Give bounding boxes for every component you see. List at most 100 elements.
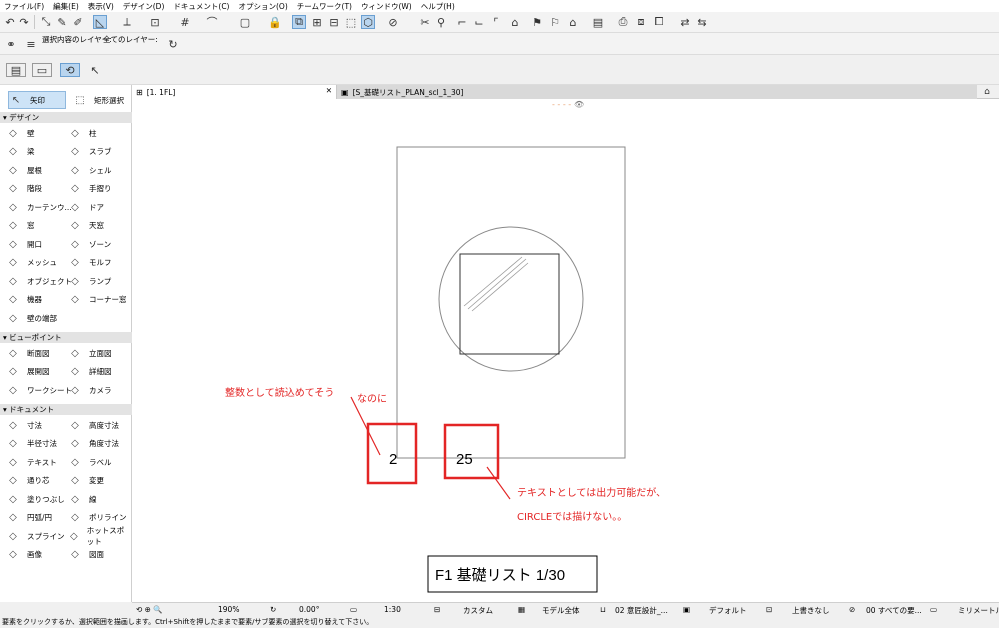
tool-design-5-1[interactable]: ◇ 天窓 xyxy=(68,217,104,235)
layer-settings-icon[interactable]: ≡ xyxy=(24,37,38,51)
tool-viewpoint-1-0[interactable]: ◇ 展開図 xyxy=(6,363,49,381)
adjust-icon[interactable]: ⌜ xyxy=(489,15,503,29)
tool-design-8-1[interactable]: ◇ ランプ xyxy=(68,272,111,290)
tool-design-0-1[interactable]: ◇ 柱 xyxy=(68,124,96,142)
tool-document-4-1[interactable]: ◇ 線 xyxy=(68,490,96,508)
tool-document-2-0[interactable]: ◇ テキスト xyxy=(6,453,57,471)
teamwork-icon[interactable]: ⇄ xyxy=(678,15,692,29)
tool-marquee[interactable]: ⬚ 矩形選択 xyxy=(73,91,124,109)
section-viewpoint[interactable]: ▾ ビューポイント xyxy=(0,332,132,343)
ghost-icon[interactable]: ⌒ xyxy=(205,15,219,29)
lock-icon[interactable]: 🔒 xyxy=(268,15,282,29)
tool-design-3-1[interactable]: ◇ 手摺り xyxy=(68,180,111,198)
arrange-icon[interactable]: ⬚ xyxy=(344,15,358,29)
tool-document-4-0[interactable]: ◇ 塗りつぶし xyxy=(6,490,64,508)
guide-line-icon[interactable]: ◺ xyxy=(93,15,107,29)
tool-design-4-0[interactable]: ◇ カーテンウ... xyxy=(6,198,72,216)
tool-design-6-0[interactable]: ◇ 開口 xyxy=(6,235,42,253)
override-value[interactable]: 上書きなし xyxy=(792,605,830,616)
layer-refresh-icon[interactable]: ↻ xyxy=(166,37,180,51)
pen-set-value[interactable]: デフォルト xyxy=(709,605,747,616)
tool-viewpoint-0-1[interactable]: ◇ 立面図 xyxy=(68,344,111,362)
publish-icon[interactable]: ⎙ xyxy=(616,15,630,29)
send-receive-icon[interactable]: ⇆ xyxy=(695,15,709,29)
redo-icon[interactable]: ↷ xyxy=(17,15,31,29)
renovation-value[interactable]: 00 すべての要... xyxy=(866,605,922,616)
flag-red-icon[interactable]: ⚐ xyxy=(548,15,562,29)
snap-guide-icon[interactable]: ⟂ xyxy=(120,15,134,29)
tool-design-5-0[interactable]: ◇ 窓 xyxy=(6,217,34,235)
unit-value[interactable]: ミリメートル xyxy=(958,605,999,616)
flag-icon[interactable]: ⚑ xyxy=(530,15,544,29)
trim-icon[interactable]: ⌙ xyxy=(472,15,486,29)
tool-design-1-1[interactable]: ◇ スラブ xyxy=(68,143,111,161)
menu-help[interactable]: ヘルプ(H) xyxy=(421,1,455,12)
display-filter-icon[interactable]: ▭ xyxy=(32,63,52,77)
tool-document-1-1[interactable]: ◇ 角度寸法 xyxy=(68,435,119,453)
drawing-manager-icon[interactable]: ⧠ xyxy=(652,15,666,29)
design-options-icon[interactable]: ⊔ xyxy=(600,605,606,614)
element-filter-icon[interactable]: ▤ xyxy=(6,63,26,77)
menu-options[interactable]: オプション(O) xyxy=(238,1,287,12)
tool-document-6-1[interactable]: ◇ ホットスポット xyxy=(68,526,131,546)
renovation-icon[interactable]: ⊘ xyxy=(849,605,855,614)
menu-file[interactable]: ファイル(F) xyxy=(4,1,44,12)
tool-design-10-0[interactable]: ◇ 壁の端部 xyxy=(6,309,57,327)
tool-design-2-1[interactable]: ◇ シェル xyxy=(68,161,111,179)
section-document[interactable]: ▾ ドキュメント xyxy=(0,404,132,415)
tool-design-6-1[interactable]: ◇ ゾーン xyxy=(68,235,111,253)
tool-design-3-0[interactable]: ◇ 階段 xyxy=(6,180,42,198)
tool-document-5-1[interactable]: ◇ ポリライン xyxy=(68,509,126,527)
zoom-value[interactable]: 190% xyxy=(218,605,239,614)
menu-view[interactable]: 表示(V) xyxy=(88,1,114,12)
tool-document-6-0[interactable]: ◇ スプライン xyxy=(6,527,64,545)
tool-design-9-0[interactable]: ◇ 機器 xyxy=(6,291,42,309)
angle-value[interactable]: 0.00° xyxy=(299,605,319,614)
tool-design-7-1[interactable]: ◇ モルフ xyxy=(68,254,111,272)
layer-combo-value[interactable]: カスタム xyxy=(463,605,493,616)
tool-design-0-0[interactable]: ◇ 壁 xyxy=(6,124,34,142)
inject-icon[interactable]: ✐ xyxy=(71,15,85,29)
organize-icon[interactable]: ⧈ xyxy=(634,15,648,29)
unit-icon[interactable]: ▭ xyxy=(930,605,937,614)
layer-icon[interactable]: ⊟ xyxy=(327,15,341,29)
layout-icon[interactable]: ▤ xyxy=(591,15,605,29)
pet-palette-handle[interactable]: - - - - xyxy=(552,100,571,109)
scissors-icon[interactable]: ✂ xyxy=(418,15,432,29)
tool-document-2-1[interactable]: ◇ ラベル xyxy=(68,453,111,471)
design-options-value[interactable]: 02 意匠設計_... xyxy=(615,605,668,616)
suspend-groups-icon[interactable]: ⊘ xyxy=(386,15,400,29)
grid-snap-icon[interactable]: ⊡ xyxy=(148,15,162,29)
drawing-canvas[interactable]: 2 25 整数として読込めてそう なのに テキストとしては出力可能だが、 CIR… xyxy=(132,99,999,602)
house-view-icon[interactable]: ⌂ xyxy=(566,15,580,29)
rotate-view-icon[interactable]: ⟲ xyxy=(60,63,80,77)
menu-edit[interactable]: 編集(E) xyxy=(53,1,79,12)
tool-design-1-0[interactable]: ◇ 梁 xyxy=(6,143,34,161)
scale-icon[interactable]: ▭ xyxy=(350,605,357,614)
override-icon[interactable]: ⊡ xyxy=(766,605,772,614)
eye-icon[interactable]: 👁 xyxy=(574,100,584,109)
tool-document-0-0[interactable]: ◇ 寸法 xyxy=(6,416,42,434)
arrow-cursor-icon[interactable]: ↖ xyxy=(88,63,102,77)
menu-window[interactable]: ウィンドウ(W) xyxy=(361,1,412,12)
pen-set-icon[interactable]: ▣ xyxy=(683,605,690,614)
tool-document-7-0[interactable]: ◇ 画像 xyxy=(6,546,42,564)
tool-document-5-0[interactable]: ◇ 円弧/円 xyxy=(6,509,52,527)
navigation-icon[interactable]: ⟲ ⊕ 🔍 xyxy=(136,605,163,614)
close-tab-icon[interactable]: ✕ xyxy=(326,86,332,95)
tool-document-3-0[interactable]: ◇ 通り芯 xyxy=(6,472,49,490)
trace-icon[interactable]: ⧉ xyxy=(292,15,306,29)
tool-document-0-1[interactable]: ◇ 高度寸法 xyxy=(68,416,119,434)
menu-document[interactable]: ドキュメント(C) xyxy=(173,1,229,12)
magic-wand-icon[interactable]: ⚲ xyxy=(434,15,448,29)
tool-document-3-1[interactable]: ◇ 変更 xyxy=(68,472,104,490)
tool-design-9-1[interactable]: ◇ コーナー窓 xyxy=(68,291,126,309)
tool-arrow[interactable]: ↖ 矢印 xyxy=(8,91,66,109)
menu-teamwork[interactable]: チームワーク(T) xyxy=(297,1,352,12)
tool-design-8-0[interactable]: ◇ オブジェクト xyxy=(6,272,72,290)
tab-floor-plan[interactable]: ⊞ [1. 1FL] ✕ xyxy=(132,85,337,99)
section-design[interactable]: ▾ デザイン xyxy=(0,112,132,123)
menu-design[interactable]: デザイン(D) xyxy=(123,1,165,12)
layer-combo-icon[interactable]: ⊟ xyxy=(434,605,440,614)
tool-design-7-0[interactable]: ◇ メッシュ xyxy=(6,254,57,272)
